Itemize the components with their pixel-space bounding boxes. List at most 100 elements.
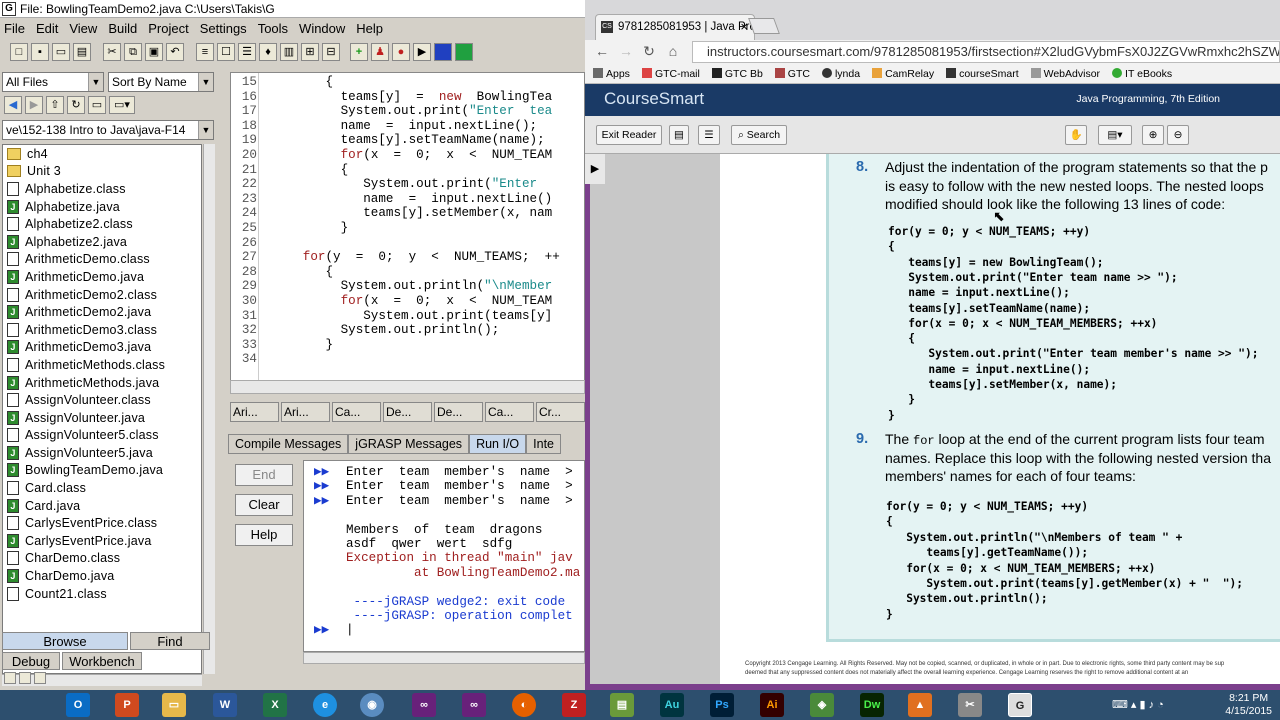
tab-browse[interactable]: Browse [2,632,128,650]
photoshop-icon[interactable]: Ps [710,693,734,717]
generate-csd-icon[interactable]: ≡ [196,43,214,61]
cut-icon[interactable]: ✂ [103,43,121,61]
bookmark-gtc-bb[interactable]: GTC Bb [711,67,763,80]
bookmark-camrelay[interactable]: CamRelay [872,67,934,80]
zoom-in-icon[interactable]: ⊕ [1142,125,1164,145]
file-list-item[interactable]: J ArithmeticDemo.java [3,268,201,286]
bookmark-webadvisor[interactable]: WebAdvisor [1030,67,1100,80]
file-list-item[interactable]: Count21.class [3,585,201,603]
tab-debug[interactable]: Debug [2,652,60,670]
bookmark-gtc[interactable]: GTC [774,67,810,80]
folder-menu-icon[interactable]: ▭▾ [109,96,135,114]
sidebar-toggle-icon[interactable]: ▶ [585,154,605,184]
file-filter-select[interactable]: All Files ▼ [2,72,104,92]
tab-run-io[interactable]: Run I/O [469,434,527,454]
reload-icon[interactable]: ↻ [640,42,658,60]
illustrator-icon[interactable]: Ai [760,693,784,717]
stop-icon[interactable] [434,43,452,61]
bookmark-apps[interactable]: Apps [593,67,630,80]
help-button[interactable]: Help [235,524,293,546]
file-list-item[interactable]: J ArithmeticDemo2.java [3,303,201,321]
file-list-item[interactable]: J Card.java [3,497,201,515]
run-applet-icon[interactable]: ▶ [413,43,431,61]
back-icon[interactable]: ← [593,42,611,60]
toc-list-icon[interactable]: ☰ [698,125,720,145]
editor-tab[interactable]: Ca... [485,402,534,422]
tab-workbench[interactable]: Workbench [62,652,142,670]
file-list-item[interactable]: J ArithmeticMethods.java [3,374,201,392]
file-list-scrollbar[interactable] [203,144,215,674]
visual-studio-icon[interactable]: ∞ [462,693,486,717]
editor-tab[interactable]: De... [434,402,483,422]
tab-compile-messages[interactable]: Compile Messages [228,434,349,454]
menu-window[interactable]: Window [299,21,345,36]
file-list-item[interactable]: J Alphabetize.java [3,198,201,216]
file-list-item[interactable]: Alphabetize.class [3,180,201,198]
sort-select[interactable]: Sort By Name ▼ [108,72,214,92]
refresh-icon[interactable]: ↻ [67,96,85,114]
snipping-tool-icon[interactable]: ✂ [958,693,982,717]
excel-icon[interactable]: X [263,693,287,717]
menu-project[interactable]: Project [148,21,188,36]
open-folder-icon[interactable]: ▭ [52,43,70,61]
code-editor[interactable]: 15 {16 teams[y] = new BowlingTea 17 Syste… [230,72,585,394]
file-list-item[interactable]: ArithmeticDemo2.class [3,286,201,304]
menu-view[interactable]: View [69,21,97,36]
file-list-item[interactable]: AssignVolunteer5.class [3,427,201,445]
editor-tab[interactable]: De... [383,402,432,422]
breakpoint-icon[interactable]: ♦ [259,43,277,61]
menu-help[interactable]: Help [356,21,383,36]
file-list-item[interactable]: J CarlysEventPrice.java [3,532,201,550]
bookmark-coursesmart[interactable]: courseSmart [946,67,1019,80]
word-icon[interactable]: W [213,693,237,717]
file-list-item[interactable]: J AssignVolunteer.java [3,409,201,427]
file-list-item[interactable]: ArithmeticMethods.class [3,356,201,374]
line-numbers-icon[interactable]: ☰ [238,43,256,61]
editor-tab[interactable]: Ari... [281,402,330,422]
filezilla-icon[interactable]: Z [562,693,586,717]
file-explorer-icon[interactable]: ▭ [162,693,186,717]
home-icon[interactable]: ⌂ [664,42,682,60]
editor-tab[interactable]: Ari... [230,402,279,422]
run-output-console[interactable]: ▶▶ Enter team member's name > ▶▶ Enter team… [303,460,585,652]
file-list-item[interactable]: J ArithmeticDemo3.java [3,339,201,357]
file-list-item[interactable]: Card.class [3,479,201,497]
search-button[interactable]: ⌕ Search [731,125,787,145]
debug-icon[interactable]: ● [392,43,410,61]
internet-explorer-icon[interactable]: e [313,693,337,717]
remove-csd-icon[interactable]: ☐ [217,43,235,61]
forward-icon[interactable]: → [617,42,635,60]
editor-tab[interactable]: Cr... [536,402,585,422]
file-list-item[interactable]: J CharDemo.java [3,567,201,585]
system-clock[interactable]: 8:21 PM 4/15/2015 [1225,692,1272,718]
end-button[interactable]: End [235,464,293,486]
file-list-item[interactable]: AssignVolunteer.class [3,391,201,409]
visual-studio-icon[interactable]: ∞ [412,693,436,717]
tab-jgrasp-messages[interactable]: jGRASP Messages [348,434,470,454]
back-arrow-icon[interactable]: ◀ [4,96,22,114]
bookmark-gtc-mail[interactable]: GTC-mail [641,67,700,80]
run-icon[interactable]: ♟ [371,43,389,61]
menu-edit[interactable]: Edit [36,21,58,36]
file-list-item[interactable]: J Alphabetize2.java [3,233,201,251]
address-bar[interactable]: instructors.coursesmart.com/978128508195… [692,41,1280,63]
file-list-item[interactable]: J AssignVolunteer5.java [3,444,201,462]
browse-icon[interactable]: ⊞ [301,43,319,61]
page-view-icon[interactable]: ▤▾ [1098,125,1132,145]
firefox-icon[interactable]: ◐ [512,693,536,717]
file-list-item[interactable]: ArithmeticDemo3.class [3,321,201,339]
menu-tools[interactable]: Tools [258,21,288,36]
paste-icon[interactable]: ▣ [145,43,163,61]
editor-tab[interactable]: Ca... [332,402,381,422]
notes-icon[interactable]: ▤ [669,125,689,145]
start-button[interactable] [0,690,40,720]
outlook-icon[interactable]: O [66,693,90,717]
output-hscrollbar[interactable] [303,652,585,664]
browser-tab[interactable]: CS 9781285081953 | Java Pro × [595,14,755,40]
new-tab-button[interactable] [748,18,780,34]
menu-settings[interactable]: Settings [200,21,247,36]
exit-reader-button[interactable]: Exit Reader [596,125,662,145]
menu-build[interactable]: Build [108,21,137,36]
dreamweaver-icon[interactable]: Dw [860,693,884,717]
menu-file[interactable]: File [4,21,25,36]
